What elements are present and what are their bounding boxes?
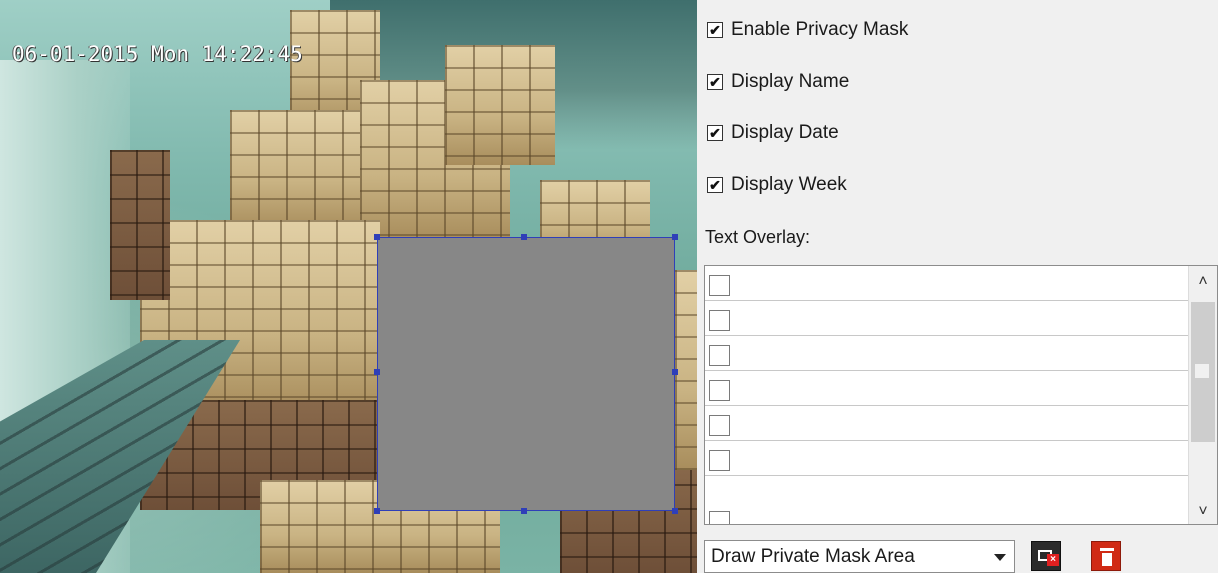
text-overlay-row-checkbox[interactable] <box>709 511 730 524</box>
chevron-down-icon <box>994 554 1006 561</box>
display-week-option[interactable]: ✔ Display Week <box>707 173 847 197</box>
text-overlay-row-checkbox[interactable] <box>709 415 730 436</box>
privacy-mask-area[interactable] <box>374 234 678 514</box>
display-week-checkbox[interactable]: ✔ <box>707 177 723 193</box>
resize-handle-top-right[interactable] <box>672 234 678 240</box>
display-date-option[interactable]: ✔ Display Date <box>707 121 839 145</box>
resize-handle-bottom-left[interactable] <box>374 508 380 514</box>
enable-privacy-mask-option[interactable]: ✔ Enable Privacy Mask <box>707 18 908 42</box>
box-stack <box>230 110 360 230</box>
resize-handle-middle-right[interactable] <box>672 369 678 375</box>
trash-icon <box>1100 548 1114 551</box>
display-name-label: Display Name <box>731 71 850 92</box>
text-overlay-row[interactable] <box>705 371 1189 406</box>
display-date-label: Display Date <box>731 122 839 143</box>
mask-mode-select[interactable]: Draw Private Mask Area <box>704 540 1015 573</box>
text-overlay-row[interactable] <box>705 441 1189 476</box>
resize-handle-middle-left[interactable] <box>374 369 380 375</box>
mask-mode-select-value: Draw Private Mask Area <box>711 545 915 567</box>
scroll-down-icon[interactable]: ˅ <box>1189 500 1217 524</box>
display-name-checkbox[interactable]: ✔ <box>707 74 723 90</box>
resize-handle-top-middle[interactable] <box>521 234 527 240</box>
text-overlay-row-checkbox[interactable] <box>709 310 730 331</box>
display-week-label: Display Week <box>731 174 847 195</box>
enable-privacy-mask-checkbox[interactable]: ✔ <box>707 22 723 38</box>
text-overlay-row[interactable] <box>705 301 1189 336</box>
text-overlay-row[interactable] <box>705 336 1189 371</box>
text-overlay-scrollbar[interactable]: ˄ ˅ <box>1188 266 1217 524</box>
text-overlay-row[interactable] <box>705 406 1189 441</box>
text-overlay-list[interactable]: ˄ ˅ <box>704 265 1218 525</box>
video-preview[interactable]: 06-01-2015 Mon 14:22:45 <box>0 0 697 573</box>
scroll-up-icon[interactable]: ˄ <box>1189 270 1217 294</box>
osd-datetime: 06-01-2015 Mon 14:22:45 <box>12 42 303 66</box>
text-overlay-label: Text Overlay: <box>705 227 811 247</box>
box-stack <box>445 45 555 165</box>
text-overlay-row-checkbox[interactable] <box>709 450 730 471</box>
scroll-grip <box>1195 364 1209 378</box>
text-overlay-row-checkbox[interactable] <box>709 345 730 366</box>
text-overlay-row-checkbox[interactable] <box>709 380 730 401</box>
clear-mask-button[interactable]: × <box>1031 541 1061 571</box>
trash-can-body <box>1102 553 1112 566</box>
osd-settings-panel: ✔ Enable Privacy Mask ✔ Display Name ✔ D… <box>697 0 1218 573</box>
display-name-option[interactable]: ✔ Display Name <box>707 70 849 94</box>
delete-all-masks-button[interactable] <box>1091 541 1121 571</box>
box-stack <box>110 150 170 300</box>
close-icon: × <box>1047 554 1059 566</box>
resize-handle-bottom-middle[interactable] <box>521 508 527 514</box>
display-date-checkbox[interactable]: ✔ <box>707 125 723 141</box>
enable-privacy-mask-label: Enable Privacy Mask <box>731 19 909 40</box>
text-overlay-row[interactable] <box>705 476 1189 524</box>
resize-handle-bottom-right[interactable] <box>672 508 678 514</box>
text-overlay-row[interactable] <box>705 266 1189 301</box>
resize-handle-top-left[interactable] <box>374 234 380 240</box>
box-stack <box>675 270 697 470</box>
text-overlay-row-checkbox[interactable] <box>709 275 730 296</box>
